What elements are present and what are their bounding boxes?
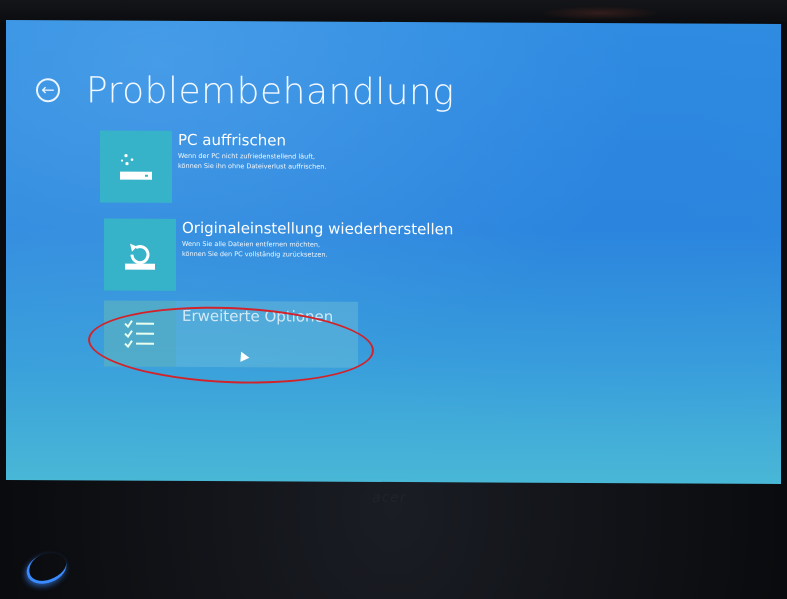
tile-reset-pc[interactable]: Originaleinstellung wiederherstellen Wen… [104,218,453,292]
tile-refresh-pc-title: PC auffrischen [178,130,286,150]
tile-refresh-pc-body: PC auffrischen Wenn der PC nicht zufried… [178,131,338,204]
tile-refresh-pc[interactable]: PC auffrischen Wenn der PC nicht zufried… [100,130,338,203]
tile-refresh-pc-description: Wenn der PC nicht zufriedenstellend läuf… [178,151,327,171]
brand-logo: acer [372,490,407,506]
back-button[interactable]: ← [36,78,60,103]
refresh-pc-icon [100,130,172,203]
back-arrow-icon: ← [41,80,55,100]
tile-reset-pc-title: Originaleinstellung wiederherstellen [182,218,454,239]
refresh-pc-glyph [120,153,152,180]
reset-pc-glyph [125,243,155,270]
tile-reset-pc-body: Originaleinstellung wiederherstellen Wen… [182,219,453,292]
top-bezel [0,0,787,22]
screen: ← Problembehandlung PC auffrischen Wenn … [6,19,781,485]
top-reflection [540,6,660,20]
header: ← Problembehandlung [36,60,454,122]
page-title: Problembehandlung [86,69,455,113]
tile-reset-pc-description: Wenn Sie alle Dateien entfernen möchten,… [182,239,328,259]
reset-pc-icon [104,218,176,291]
